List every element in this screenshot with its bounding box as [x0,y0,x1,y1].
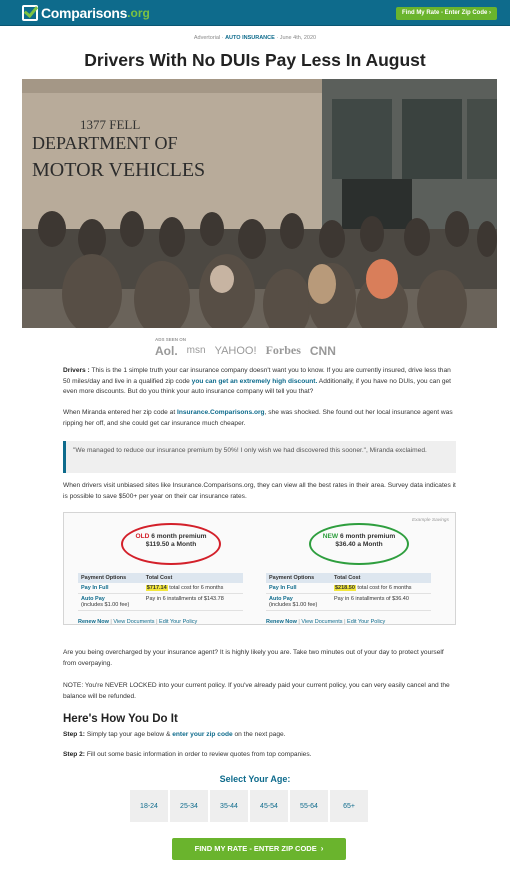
sign-line1: 1377 FELL [80,117,140,132]
page-title: Drivers With No DUIs Pay Less In August [84,50,426,70]
old-line1: 6 month premium [149,533,207,540]
age-option-55-64[interactable]: 55-64 [290,790,328,822]
new-line2: $36.40 a Month [335,541,383,548]
paragraph-overcharged: Are you being overcharged by your insura… [63,649,444,667]
age-option-35-44[interactable]: 35-44 [210,790,248,822]
old-premium-table: Payment Options Total Cost Pay In Full $7… [78,573,243,611]
table-row: Pay In Full $218.50 total cost for 6 mon… [266,583,431,594]
step-1: Step 1: Simply tap your age below & ente… [63,730,456,741]
age-option-45-54[interactable]: 45-54 [250,790,288,822]
find-rate-label: FIND MY RATE - ENTER ZIP CODE [194,844,317,853]
dmv-photo: 1377 FELL DEPARTMENT OF MOTOR VEHICLES [22,79,497,328]
aol-logo: Aol. [155,343,178,358]
old-premium-oval: OLD 6 month premium $119.50 a Month [121,523,221,565]
auto-pay-fee: (includes $1.00 fee) [81,602,130,608]
miranda-text-a: When Miranda entered her zip code at [63,409,177,416]
new-policy-links: Renew Now | View Documents | Edit Your P… [266,619,386,625]
hero-image: 1377 FELL DEPARTMENT OF MOTOR VEHICLES [22,79,497,328]
as-seen-on: ADS SEEN ON Aol. msn YAHOO! Forbes CNN [155,337,365,359]
auto-pay-fee: (includes $1.00 fee) [269,602,318,608]
header-cta-button[interactable]: Find My Rate - Enter Zip Code › [395,7,497,20]
new-tag: NEW [322,533,339,540]
article-meta: Advertorial · AUTO INSURANCE · June 4th,… [0,35,510,41]
chevron-right-icon: › [320,844,324,853]
age-options: 18-24 25-34 35-44 45-54 55-64 65+ [130,790,368,822]
col-total-cost: Total Cost [142,573,243,583]
step-2: Step 2: Fill out some basic information … [63,750,456,761]
step2-text: Fill out some basic information in order… [84,751,312,758]
age-option-65-plus[interactable]: 65+ [330,790,368,822]
logo[interactable]: Comparisons .org [22,4,150,22]
header-cta-label: Find My Rate - Enter Zip Code [401,10,488,16]
seen-on-logos: Aol. msn YAHOO! Forbes CNN [155,343,336,358]
renew-now-link[interactable]: Renew Now [78,619,109,625]
col-total-cost: Total Cost [331,573,431,583]
paragraph-note: NOTE: You're NEVER LOCKED into your curr… [63,682,450,700]
forbes-logo: Forbes [265,343,301,357]
logo-tld: .org [127,6,150,20]
step2-lead: Step 2: [63,751,85,758]
age-select-title: Select Your Age: [219,774,291,784]
meta-category[interactable]: AUTO INSURANCE [225,35,275,41]
sign-line2: DEPARTMENT OF [32,133,177,153]
edit-policy-link[interactable]: Edit Your Policy [347,619,385,625]
top-bar: Comparisons .org Find My Rate - Enter Zip… [0,0,510,26]
paragraph-survey: When drivers visit unbiased sites like I… [63,482,456,500]
new-line1: 6 month premium [338,533,396,540]
seen-on-label: ADS SEEN ON [155,337,187,342]
new-full-text: total cost for 6 months [355,585,412,591]
old-tag: OLD [135,533,150,540]
sign-line3: MOTOR VEHICLES [32,159,205,181]
new-premium-oval: NEW 6 month premium $36.40 a Month [309,523,409,565]
old-policy-links: Renew Now | View Documents | Edit Your P… [78,619,198,625]
discount-link[interactable]: you can get an extremely high discount. [192,378,318,385]
msn-logo: msn [186,345,206,356]
paragraph-miranda: When Miranda entered her zip code at Ins… [63,408,456,429]
chevron-right-icon: › [489,10,491,16]
pay-in-full-link[interactable]: Pay In Full [269,585,297,591]
old-full-text: total cost for 6 months [167,585,224,591]
edit-policy-link[interactable]: Edit Your Policy [159,619,197,625]
new-premium-card: NEW 6 month premium $36.40 a Month Payme… [254,523,434,625]
renew-now-link[interactable]: Renew Now [266,619,297,625]
logo-name: Comparisons [41,5,128,21]
age-option-25-34[interactable]: 25-34 [170,790,208,822]
intro-lead: Drivers : [63,367,90,374]
old-line2: $119.50 a Month [145,541,197,548]
testimonial-quote: "We managed to reduce our insurance prem… [63,441,456,473]
pay-in-full-link[interactable]: Pay In Full [81,585,109,591]
paragraph-intro: Drivers : This is the 1 simple truth you… [63,366,456,398]
new-premium-table: Payment Options Total Cost Pay In Full $2… [266,573,431,611]
yahoo-logo: YAHOO! [214,344,257,357]
cnn-logo: CNN [309,343,336,358]
find-rate-button[interactable]: FIND MY RATE - ENTER ZIP CODE › [172,838,346,860]
meta-prefix: Advertorial · [193,35,224,41]
age-option-18-24[interactable]: 18-24 [130,790,168,822]
old-full-price: $717.14 [145,585,168,591]
col-payment-options: Payment Options [78,573,143,583]
table-row: Pay In Full $717.14 total cost for 6 mon… [78,583,243,594]
new-installments: Pay in 6 installments of $36.40 [331,593,431,611]
view-documents-link[interactable]: View Documents [301,619,342,625]
site-link[interactable]: Insurance.Comparisons.org [177,409,265,416]
col-payment-options: Payment Options [266,573,331,583]
zip-code-link[interactable]: enter your zip code [172,731,232,738]
meta-date: · June 4th, 2020 [276,35,317,41]
savings-comparison: Example Savings OLD 6 month premium $119… [63,512,456,625]
step1-text-b: on the next page. [232,731,286,738]
step1-text-a: Simply tap your age below & [84,731,173,738]
how-to-heading: Here's How You Do It [63,713,178,725]
table-row: Auto Pay (includes $1.00 fee) Pay in 6 in… [78,593,243,611]
step1-lead: Step 1: [63,731,85,738]
checkmark-icon [22,5,38,21]
old-installments: Pay in 6 installments of $143.78 [142,593,243,611]
view-documents-link[interactable]: View Documents [113,619,154,625]
new-full-price: $218.50 [334,585,356,591]
old-premium-card: OLD 6 month premium $119.50 a Month Paym… [66,523,246,625]
table-row: Auto Pay (includes $1.00 fee) Pay in 6 in… [266,593,431,611]
